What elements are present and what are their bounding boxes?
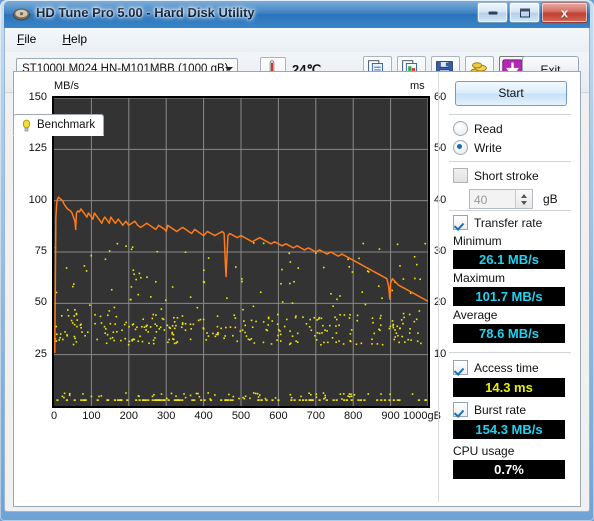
- divider-1: [449, 114, 571, 115]
- chart-y-tick-75: 75: [34, 245, 47, 257]
- chart-y-tick-125: 125: [28, 142, 47, 155]
- chart-x-tick-200: 200: [119, 410, 138, 422]
- radio-write[interactable]: Write: [453, 140, 502, 155]
- short-stroke-label: Short stroke: [474, 168, 539, 183]
- divider-3: [449, 210, 571, 211]
- menu-file[interactable]: File: [13, 31, 40, 52]
- checkbox-access-time[interactable]: Access time: [453, 360, 539, 375]
- access-time-value: 14.3 ms: [453, 378, 565, 397]
- tab-benchmark-label: Benchmark: [37, 119, 96, 131]
- divider-4: [449, 352, 571, 353]
- minimize-button[interactable]: [477, 2, 508, 23]
- maximum-label: Maximum: [453, 271, 506, 285]
- transfer-rate-label: Transfer rate: [474, 215, 543, 230]
- checkbox-short-stroke[interactable]: Short stroke: [453, 168, 539, 183]
- menu-help-label: elp: [71, 32, 88, 46]
- close-button[interactable]: x: [541, 2, 588, 23]
- window-controls: x: [477, 2, 588, 23]
- minimum-label: Minimum: [453, 234, 502, 248]
- menu-bar: File Help: [5, 28, 589, 52]
- window-title: HD Tune Pro 5.00 - Hard Disk Utility: [36, 5, 255, 20]
- short-stroke-checkbox-icon: [453, 168, 468, 183]
- divider-2: [449, 161, 571, 162]
- minimize-icon: [488, 11, 497, 14]
- hdtune-logo-icon: [13, 8, 30, 21]
- chart-x-tick-0: 0: [50, 410, 58, 422]
- checkbox-burst-rate[interactable]: Burst rate: [453, 402, 526, 417]
- lightbulb-icon: [20, 119, 33, 132]
- app-window: HD Tune Pro 5.00 - Hard Disk Utility x F…: [0, 0, 594, 521]
- chart-x-tick-300: 300: [157, 410, 176, 422]
- short-stroke-size-value: 40: [474, 193, 488, 207]
- chart-ylabel: MB/s: [54, 80, 80, 92]
- cpu-usage-value: 0.7%: [453, 460, 565, 479]
- close-icon: x: [560, 5, 569, 20]
- spinner-buttons[interactable]: [515, 190, 532, 208]
- short-stroke-size-input[interactable]: 40: [469, 189, 533, 209]
- radio-write-label: Write: [474, 140, 502, 155]
- chart-x-tick-400: 400: [194, 410, 213, 422]
- average-value: 78.6 MB/s: [453, 324, 565, 343]
- chart-y-tick-150: 150: [28, 91, 47, 103]
- chart-x-tick-600: 600: [269, 410, 288, 422]
- start-button[interactable]: Start: [455, 81, 567, 106]
- benchmark-panel: MB/s ms 25 50 75 100 125 150 10 20 30 40 50 60 0 10…: [13, 71, 581, 507]
- access-time-checkbox-icon: [453, 360, 468, 375]
- benchmark-chart: MB/s ms 25 50 75 100 125 150 10 20 30 40 50 60 0 10…: [14, 72, 447, 502]
- cpu-usage-label: CPU usage: [453, 444, 515, 458]
- chart-y2label: ms: [410, 80, 425, 92]
- chart-x-tick-100: 100: [82, 410, 101, 422]
- radio-read-label: Read: [474, 121, 503, 136]
- menu-file-label: ile: [24, 32, 37, 46]
- average-label: Average: [453, 308, 498, 322]
- transfer-rate-checkbox-icon: [453, 215, 468, 230]
- chart-x-tick-500: 500: [231, 410, 251, 422]
- radio-write-icon: [453, 140, 468, 155]
- burst-rate-label: Burst rate: [474, 402, 527, 417]
- maximize-icon: [519, 8, 530, 17]
- chart-y-tick-50: 50: [34, 296, 47, 309]
- access-time-label: Access time: [474, 360, 539, 375]
- chart-x-tick-700: 700: [306, 410, 325, 422]
- checkbox-transfer-rate[interactable]: Transfer rate: [453, 215, 542, 230]
- burst-rate-checkbox-icon: [453, 402, 468, 417]
- chart-x-tick-800: 800: [344, 410, 363, 422]
- title-bar: HD Tune Pro 5.00 - Hard Disk Utility x: [4, 1, 590, 28]
- burst-rate-value: 154.3 MB/s: [453, 420, 565, 439]
- tab-benchmark[interactable]: Benchmark: [13, 114, 105, 136]
- chart-y-tick-25: 25: [34, 347, 47, 360]
- chart-plot-area: [52, 96, 430, 408]
- maximize-button[interactable]: [509, 2, 540, 23]
- chart-canvas: [54, 98, 428, 406]
- chart-x-tick-1000gB: 1000gB: [403, 410, 441, 422]
- client-area: File Help ST1000LM024 HN-M101MBB (1000 g…: [4, 28, 590, 512]
- maximum-value: 101.7 MB/s: [453, 287, 565, 306]
- short-stroke-unit: gB: [543, 192, 558, 206]
- benchmark-side-panel: Start Read Write Short stroke 40 gB Tran…: [438, 72, 581, 502]
- radio-read[interactable]: Read: [453, 121, 503, 136]
- minimum-value: 26.1 MB/s: [453, 250, 565, 269]
- menu-help[interactable]: Help: [58, 31, 91, 52]
- radio-read-icon: [453, 121, 468, 136]
- chart-y-tick-100: 100: [28, 193, 47, 206]
